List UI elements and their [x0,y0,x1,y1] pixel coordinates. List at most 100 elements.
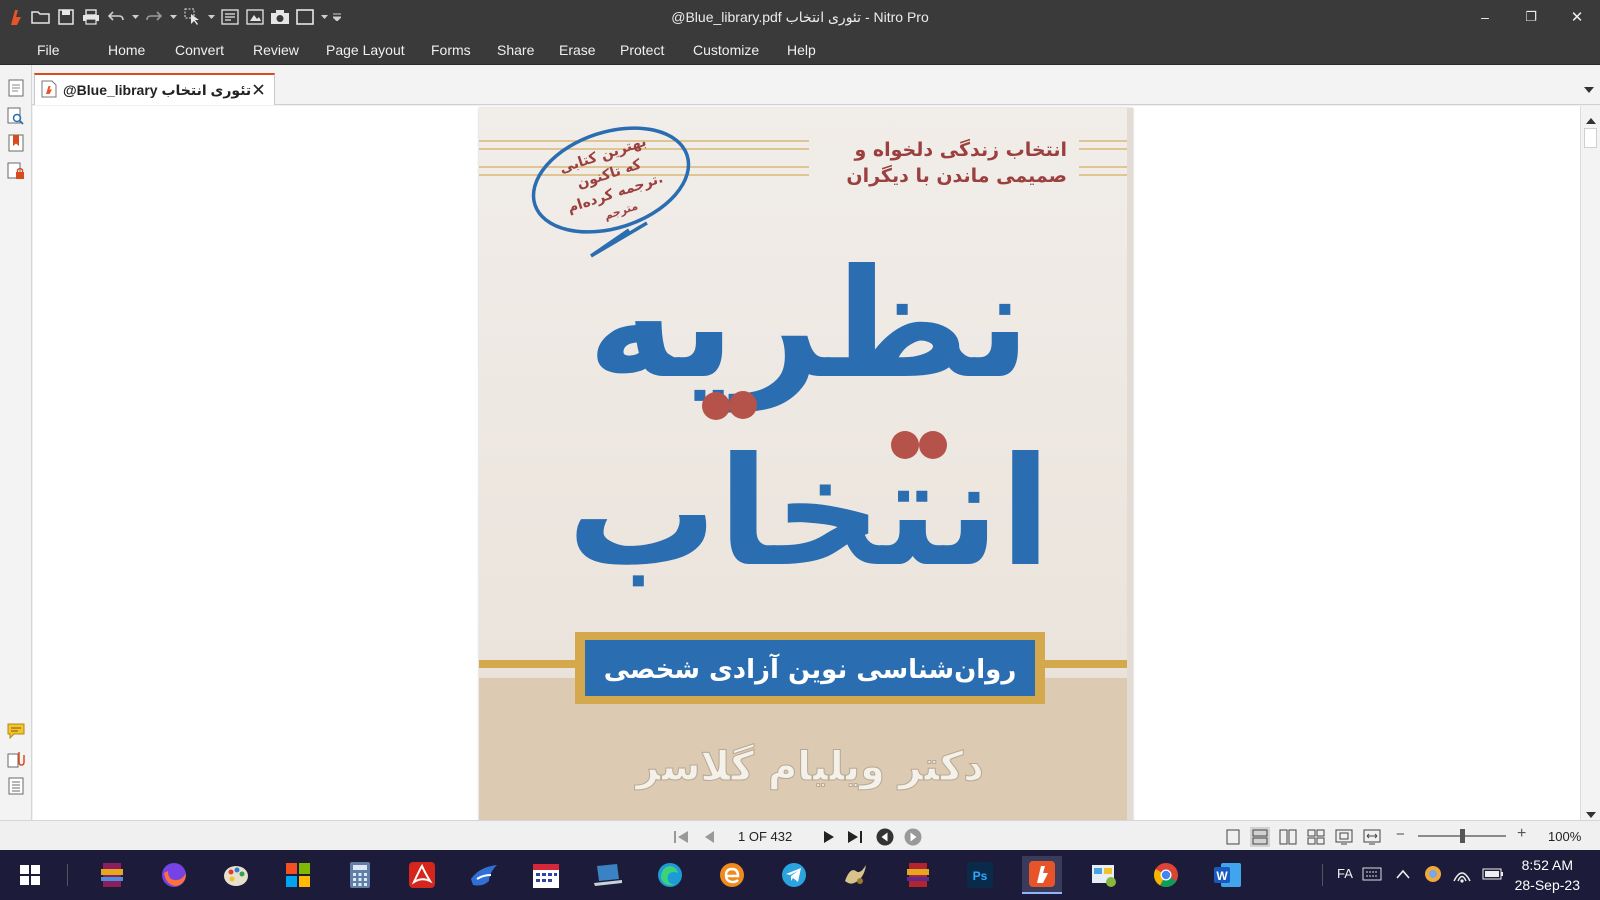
security-panel-icon[interactable] [5,160,27,182]
photoshop-app-icon[interactable]: Ps [960,856,1000,894]
restore-icon: ❐ [1525,9,1537,24]
tab-convert[interactable]: Convert [175,42,224,58]
continuous-view-icon[interactable] [1250,827,1270,847]
close-button[interactable]: ✕ [1554,0,1600,34]
tab-page-layout[interactable]: Page Layout [326,42,405,58]
show-hidden-icons-icon[interactable] [1396,867,1410,882]
fit-width-icon[interactable] [1362,827,1382,847]
search-panel-icon[interactable] [5,105,27,127]
microsoft-store-icon[interactable] [278,856,318,894]
word-app-icon[interactable]: W [1208,856,1248,894]
tray-separator [1322,864,1323,886]
control-panel-icon[interactable] [1084,856,1124,894]
calendar-app-icon[interactable] [526,856,566,894]
close-icon: ✕ [1570,9,1584,26]
input-language-indicator[interactable]: FA [1337,866,1353,881]
svg-text:W: W [1216,869,1228,883]
bookmarks-panel-icon[interactable] [5,132,27,154]
calculator-app-icon[interactable] [340,856,380,894]
last-page-icon[interactable] [846,828,864,846]
tab-forms[interactable]: Forms [431,42,471,58]
system-clock[interactable]: 8:52 AM 28-Sep-23 [1515,855,1580,895]
window-title: @Blue_library.pdf تئوری انتخاب - Nitro P… [671,9,929,25]
tab-customize[interactable]: Customize [693,42,759,58]
minimize-icon: – [1481,9,1489,25]
clock-time: 8:52 AM [1521,857,1573,873]
keyboard-icon[interactable] [1362,867,1382,884]
window-controls: – ❐ ✕ [1462,0,1600,34]
tab-list-dropdown-icon[interactable] [1584,81,1594,96]
scrollbar-thumb[interactable] [1584,128,1597,148]
laptop-app-icon[interactable] [588,856,628,894]
next-page-icon[interactable] [820,828,838,846]
zoom-in-button[interactable]: + [1517,825,1526,843]
document-tab-label: @Blue_library تئوری انتخاب [63,81,252,98]
winrar-secondary-icon[interactable] [898,856,938,894]
network-wifi-icon[interactable] [1452,865,1472,886]
tab-review[interactable]: Review [253,42,299,58]
scroll-up-icon[interactable] [1586,112,1596,127]
tab-erase[interactable]: Erase [559,42,596,58]
cover-title-line2: انتخاب [567,426,1051,600]
clock-date: 28-Sep-23 [1514,877,1580,893]
document-viewer[interactable]: انتخاب زندگی دلخواه و صمیمی ماندن با دیگ… [33,106,1580,820]
windows-logo-icon [20,865,40,885]
pdf-file-icon [41,80,57,101]
comments-panel-icon[interactable] [5,720,27,742]
zoom-out-button[interactable]: − [1396,826,1405,843]
scroll-down-icon[interactable] [1586,806,1596,821]
previous-view-icon[interactable] [876,828,894,846]
zoom-level[interactable]: 100% [1548,829,1581,844]
cover-tagline-line2: صمیمی ماندن با دیگران [846,164,1067,187]
vertical-scrollbar[interactable] [1580,106,1600,820]
pages-panel-icon[interactable] [5,77,27,99]
document-tab-bar: @Blue_library تئوری انتخاب [32,65,1600,105]
orange-e-app-icon[interactable] [712,856,752,894]
next-view-icon[interactable] [904,828,922,846]
minimize-button[interactable]: – [1462,0,1508,34]
tab-home[interactable]: Home [108,42,145,58]
fit-page-icon[interactable] [1334,827,1354,847]
tray-app-icon[interactable] [1424,865,1442,886]
taskbar-separator [67,864,68,886]
tab-file[interactable]: File [37,42,60,58]
cover-spine-shadow [1127,108,1133,820]
cover-author: دکتر ویلیام گلاسر [634,743,984,790]
start-button[interactable] [10,856,50,894]
tab-help[interactable]: Help [787,42,816,58]
book-cover: انتخاب زندگی دلخواه و صمیمی ماندن با دیگ… [479,108,1133,820]
document-tab[interactable]: @Blue_library تئوری انتخاب [34,73,275,105]
acrobat-reader-icon[interactable] [402,856,442,894]
facing-continuous-view-icon[interactable] [1306,827,1326,847]
restore-button[interactable]: ❐ [1508,0,1554,34]
chrome-browser-icon[interactable] [1146,856,1186,894]
previous-page-icon[interactable] [700,828,718,846]
battery-icon[interactable] [1482,868,1504,883]
tab-share[interactable]: Share [497,42,534,58]
paint-app-icon[interactable] [216,856,256,894]
calligraphy-app-icon[interactable] [836,856,876,894]
tab-protect[interactable]: Protect [620,42,664,58]
firefox-app-icon[interactable] [154,856,194,894]
bird-app-icon[interactable] [464,856,504,894]
telegram-app-icon[interactable] [774,856,814,894]
edge-browser-icon[interactable] [650,856,690,894]
status-bar: 1 OF 432 − + 100% [0,820,1600,850]
close-tab-icon[interactable] [250,81,266,97]
cover-subtitle-box: روان‌شناسی نوین آزادی شخصی [479,632,1133,704]
cover-tagline-line1: انتخاب زندگی دلخواه و [853,138,1067,161]
first-page-icon[interactable] [672,828,690,846]
pdf-page: انتخاب زندگی دلخواه و صمیمی ماندن با دیگ… [479,108,1133,820]
facing-view-icon[interactable] [1278,827,1298,847]
single-page-view-icon[interactable] [1223,827,1243,847]
nitro-pro-app-icon[interactable] [1022,856,1062,894]
output-panel-icon[interactable] [5,775,27,797]
cover-title-line1: نظریه [587,238,1030,413]
winrar-app-icon[interactable] [92,856,132,894]
ribbon-tabs: File Home Convert Review Page Layout For… [0,34,1600,65]
left-panel-rail [0,65,32,820]
page-counter[interactable]: 1 OF 432 [738,829,792,844]
zoom-slider-thumb[interactable] [1460,829,1465,843]
windows-taskbar: Ps W FA 8:52 AM 28-Sep-23 [0,850,1600,900]
attachments-panel-icon[interactable] [5,748,27,770]
